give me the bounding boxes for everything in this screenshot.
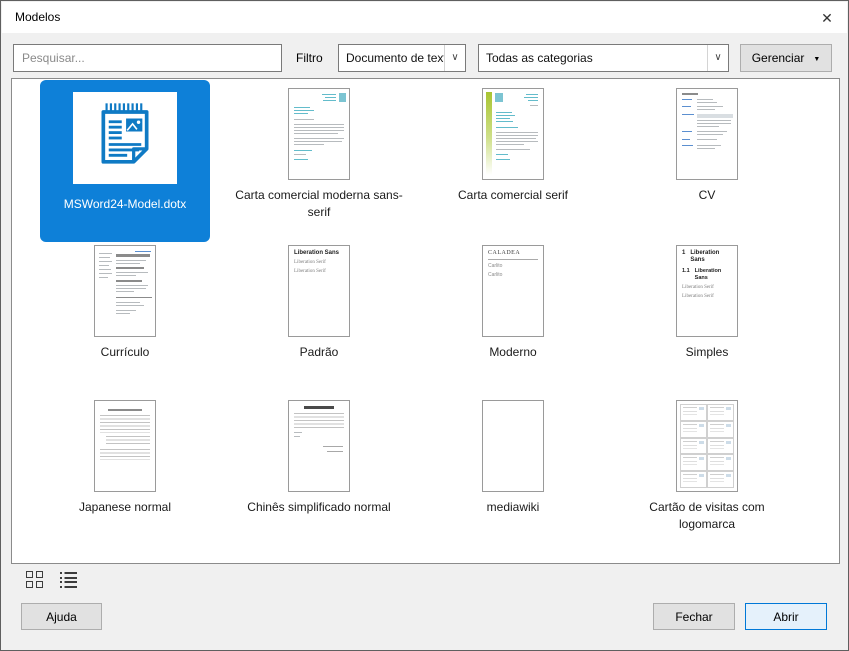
template-label: Currículo [100, 345, 150, 359]
category-dropdown[interactable]: Todas as categorias ∨ [478, 44, 729, 72]
thumb-text: Carlito [488, 263, 503, 269]
template-label: MSWord24-Model.dotx [63, 197, 187, 211]
template-label: Moderno [489, 345, 537, 359]
close-button[interactable]: Fechar [653, 603, 735, 630]
thumb-text: Liberation Sans [690, 250, 720, 263]
thumb-text: 1 [682, 250, 686, 256]
template-tile-padrao[interactable]: Liberation Sans Liberation Serif Liberat… [229, 245, 409, 361]
filter-label: Filtro [296, 51, 323, 65]
template-label: Carta comercial serif [457, 188, 569, 202]
thumb-text: Liberation Serif [294, 260, 326, 265]
manage-button-label: Gerenciar [751, 51, 805, 65]
template-label: Japanese normal [78, 500, 172, 514]
template-label: Simples [685, 345, 729, 359]
template-thumbnail [288, 88, 350, 180]
template-thumbnail [94, 245, 156, 337]
template-thumbnail [288, 400, 350, 492]
thumb-text: Liberation Sans [294, 250, 340, 256]
template-thumbnail [482, 88, 544, 180]
template-thumbnail [482, 400, 544, 492]
template-tile-carta-comercial-moderna[interactable]: Carta comercial moderna sans-serif [229, 88, 409, 221]
view-toggles [26, 571, 77, 588]
template-tile-curriculo[interactable]: Currículo [35, 245, 215, 361]
grid-view-icon [26, 571, 43, 588]
category-value: Todas as categorias [486, 51, 593, 65]
template-label: CV [698, 188, 716, 202]
thumb-text: CALADEA [488, 250, 538, 260]
template-tile-carta-comercial-serif[interactable]: Carta comercial serif [423, 88, 603, 204]
template-label: Carta comercial moderna sans-serif [235, 188, 403, 219]
thumb-text: Liberation Serif [294, 269, 326, 274]
chevron-down-icon: ∨ [707, 45, 728, 71]
close-icon[interactable]: ✕ [815, 7, 839, 29]
open-button[interactable]: Abrir [745, 603, 827, 630]
template-tile-msword24-model[interactable]: MSWord24-Model.dotx [40, 80, 210, 242]
help-button[interactable]: Ajuda [21, 603, 102, 630]
template-thumbnail [94, 400, 156, 492]
template-tile-cv[interactable]: CV [617, 88, 797, 204]
template-tile-moderno[interactable]: CALADEA Carlito Carlito Moderno [423, 245, 603, 361]
template-thumbnail: Liberation Sans Liberation Serif Liberat… [288, 245, 350, 337]
caret-down-icon: ▼ [813, 56, 821, 63]
template-tile-mediawiki[interactable]: mediawiki [423, 400, 603, 516]
thumb-text: Liberation Sans [694, 268, 722, 281]
template-thumbnail [676, 400, 738, 492]
toolbar: Filtro Documento de texto ∨ Todas as cat… [13, 44, 842, 72]
notepad-icon [101, 103, 149, 164]
template-label: Cartão de visitas com logomarca [649, 500, 765, 531]
dialog-title: Modelos [15, 10, 61, 24]
search-input[interactable] [13, 44, 282, 72]
template-tile-chines-simplificado-normal[interactable]: Chinês simplificado normal [229, 400, 409, 516]
template-grid: MSWord24-Model.dotx Carta comercial mode… [11, 78, 840, 564]
document-type-value: Documento de texto [346, 51, 444, 65]
template-thumbnail: 1 Liberation Sans 1.1 Liberation Sans Libe… [676, 245, 738, 337]
templates-dialog: Modelos ✕ Filtro Documento de texto ∨ To… [0, 0, 849, 651]
template-label: Padrão [299, 345, 339, 359]
thumb-text: Carlito [488, 272, 503, 278]
business-card-grid [680, 404, 734, 488]
title-bar: Modelos ✕ [2, 2, 847, 33]
template-thumbnail: CALADEA Carlito Carlito [482, 245, 544, 337]
template-tile-simples[interactable]: 1 Liberation Sans 1.1 Liberation Sans Libe… [617, 245, 797, 361]
list-view-icon [60, 571, 77, 588]
template-label: Chinês simplificado normal [247, 500, 391, 514]
thumb-text: Liberation Serif [682, 285, 714, 290]
list-view-button[interactable] [60, 571, 77, 588]
manage-button[interactable]: Gerenciar ▼ [740, 44, 832, 72]
thumbnail-view-button[interactable] [26, 571, 43, 588]
template-tile-japanese-normal[interactable]: Japanese normal [35, 400, 215, 516]
document-type-dropdown[interactable]: Documento de texto ∨ [338, 44, 466, 72]
template-label: mediawiki [486, 500, 540, 514]
template-tile-cartao-de-visitas[interactable]: Cartão de visitas com logomarca [617, 400, 797, 533]
template-thumbnail [73, 92, 177, 184]
chevron-down-icon: ∨ [444, 45, 465, 71]
thumb-text: 1.1 [682, 268, 690, 274]
template-thumbnail [676, 88, 738, 180]
thumb-text: Liberation Serif [682, 294, 714, 299]
